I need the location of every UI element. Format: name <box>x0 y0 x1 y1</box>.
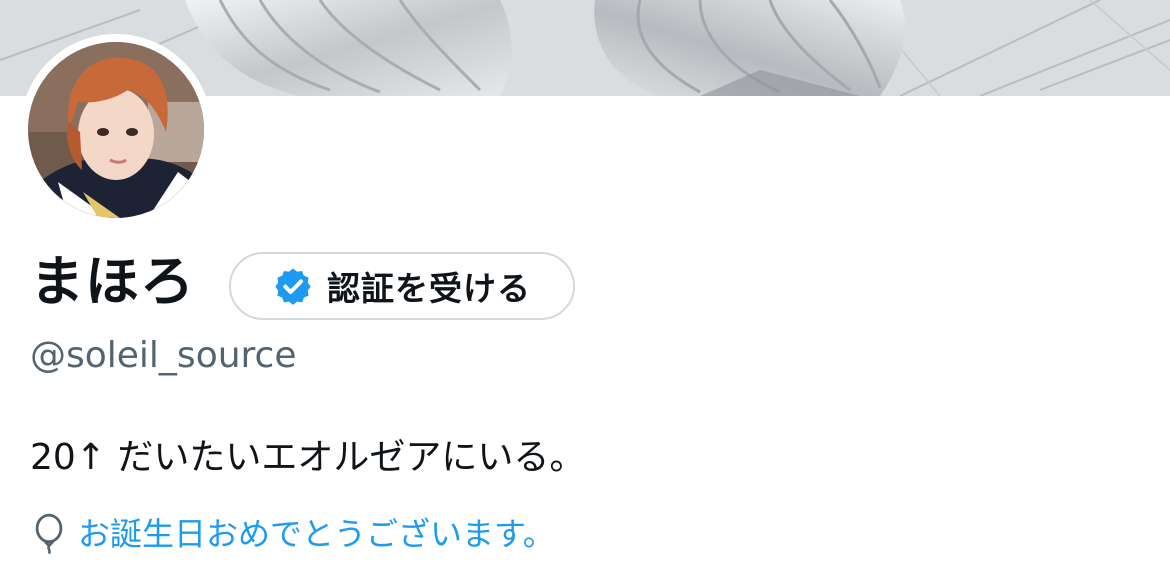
display-name: まほろ <box>30 250 195 313</box>
verified-badge-icon <box>275 268 311 305</box>
get-verified-label: 認証を受ける <box>327 269 531 308</box>
avatar[interactable] <box>28 42 204 218</box>
profile-page: まほろ 認証を受ける @soleil_source 20↑ だいたいエオルゼアに… <box>0 0 1170 581</box>
birthday-row: お誕生日おめでとうございます。 <box>32 512 555 556</box>
get-verified-button[interactable]: 認証を受ける <box>229 252 575 320</box>
profile-handle: @soleil_source <box>30 335 297 376</box>
profile-bio: 20↑ だいたいエオルゼアにいる。 <box>30 437 586 478</box>
balloon-icon <box>35 513 63 555</box>
birthday-text: お誕生日おめでとうございます。 <box>78 515 555 553</box>
avatar-image <box>28 42 204 218</box>
